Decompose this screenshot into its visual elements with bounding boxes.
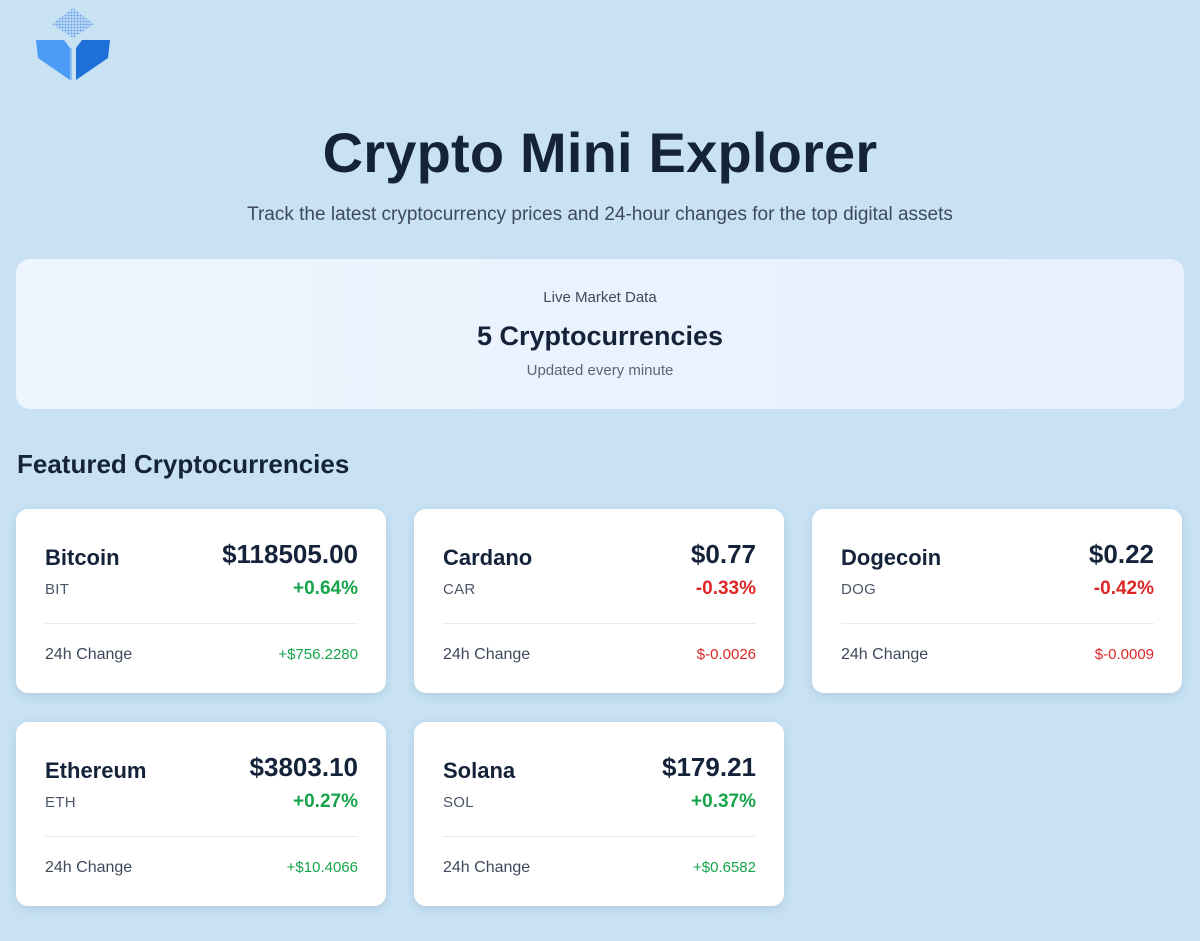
crypto-change-percent: +0.64% xyxy=(293,578,358,599)
change-label: 24h Change xyxy=(45,646,133,663)
card-divider xyxy=(45,623,358,624)
page-subtitle: Track the latest cryptocurrency prices a… xyxy=(247,204,953,225)
crypto-price: $0.77 xyxy=(690,539,756,569)
crypto-change-amount: +$756.2280 xyxy=(278,646,358,663)
change-label: 24h Change xyxy=(841,646,929,663)
crypto-name: Bitcoin xyxy=(45,545,120,570)
crypto-change-percent: -0.42% xyxy=(1093,578,1154,599)
market-summary-panel: Live Market Data 5 Cryptocurrencies Upda… xyxy=(16,259,1184,409)
crypto-price: $179.21 xyxy=(662,752,756,782)
crypto-change-percent: +0.37% xyxy=(691,791,756,812)
card-divider xyxy=(443,836,756,837)
crypto-card-dogecoin[interactable]: Dogecoin DOG $0.22 -0.42% 24h Change $-0… xyxy=(812,509,1182,693)
crypto-price: $3803.10 xyxy=(249,752,358,782)
crypto-symbol: BIT xyxy=(45,581,70,598)
crypto-price: $0.22 xyxy=(1088,539,1154,569)
crypto-symbol: ETH xyxy=(45,794,76,811)
summary-update-note: Updated every minute xyxy=(526,362,674,379)
card-divider xyxy=(443,623,756,624)
crypto-name: Cardano xyxy=(443,545,533,570)
section-title: Featured Cryptocurrencies xyxy=(17,449,350,479)
summary-label: Live Market Data xyxy=(543,289,657,306)
cube-logo-icon[interactable] xyxy=(34,8,112,82)
crypto-name: Solana xyxy=(443,758,516,783)
crypto-change-percent: -0.33% xyxy=(695,578,756,599)
crypto-symbol: DOG xyxy=(841,581,877,598)
crypto-change-amount: $-0.0026 xyxy=(696,646,756,663)
crypto-symbol: CAR xyxy=(443,581,476,598)
page: Crypto Mini Explorer Track the latest cr… xyxy=(0,0,1200,941)
crypto-card-solana[interactable]: Solana SOL $179.21 +0.37% 24h Change +$0… xyxy=(414,722,784,906)
change-label: 24h Change xyxy=(443,859,531,876)
crypto-name: Ethereum xyxy=(45,758,147,783)
crypto-change-amount: +$0.6582 xyxy=(693,859,756,876)
crypto-change-percent: +0.27% xyxy=(293,791,358,812)
crypto-card-bitcoin[interactable]: Bitcoin BIT $118505.00 +0.64% 24h Change… xyxy=(16,509,386,693)
crypto-change-amount: +$10.4066 xyxy=(286,859,358,876)
change-label: 24h Change xyxy=(443,646,531,663)
crypto-change-amount: $-0.0009 xyxy=(1094,646,1154,663)
card-divider xyxy=(841,623,1154,624)
change-label: 24h Change xyxy=(45,859,133,876)
crypto-card-ethereum[interactable]: Ethereum ETH $3803.10 +0.27% 24h Change … xyxy=(16,722,386,906)
page-title: Crypto Mini Explorer xyxy=(322,121,878,184)
crypto-card-cardano[interactable]: Cardano CAR $0.77 -0.33% 24h Change $-0.… xyxy=(414,509,784,693)
crypto-symbol: SOL xyxy=(443,794,474,811)
summary-count: 5 Cryptocurrencies xyxy=(476,321,724,351)
crypto-price: $118505.00 xyxy=(222,539,358,569)
card-divider xyxy=(45,836,358,837)
crypto-name: Dogecoin xyxy=(841,545,942,570)
